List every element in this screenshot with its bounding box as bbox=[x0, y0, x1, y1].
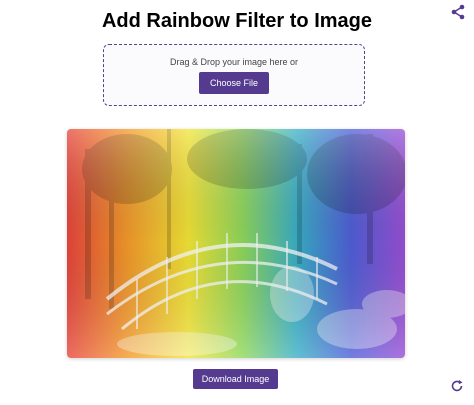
image-preview bbox=[67, 129, 405, 358]
drop-zone-text: Drag & Drop your image here or bbox=[169, 57, 299, 67]
choose-file-button[interactable]: Choose File bbox=[199, 72, 269, 94]
refresh-icon[interactable] bbox=[450, 379, 464, 393]
rainbow-filtered-photo bbox=[67, 129, 405, 358]
page-title: Add Rainbow Filter to Image bbox=[101, 10, 372, 32]
drop-zone[interactable]: Drag & Drop your image here or Choose Fi… bbox=[103, 44, 365, 106]
download-image-button[interactable]: Download Image bbox=[193, 369, 278, 389]
